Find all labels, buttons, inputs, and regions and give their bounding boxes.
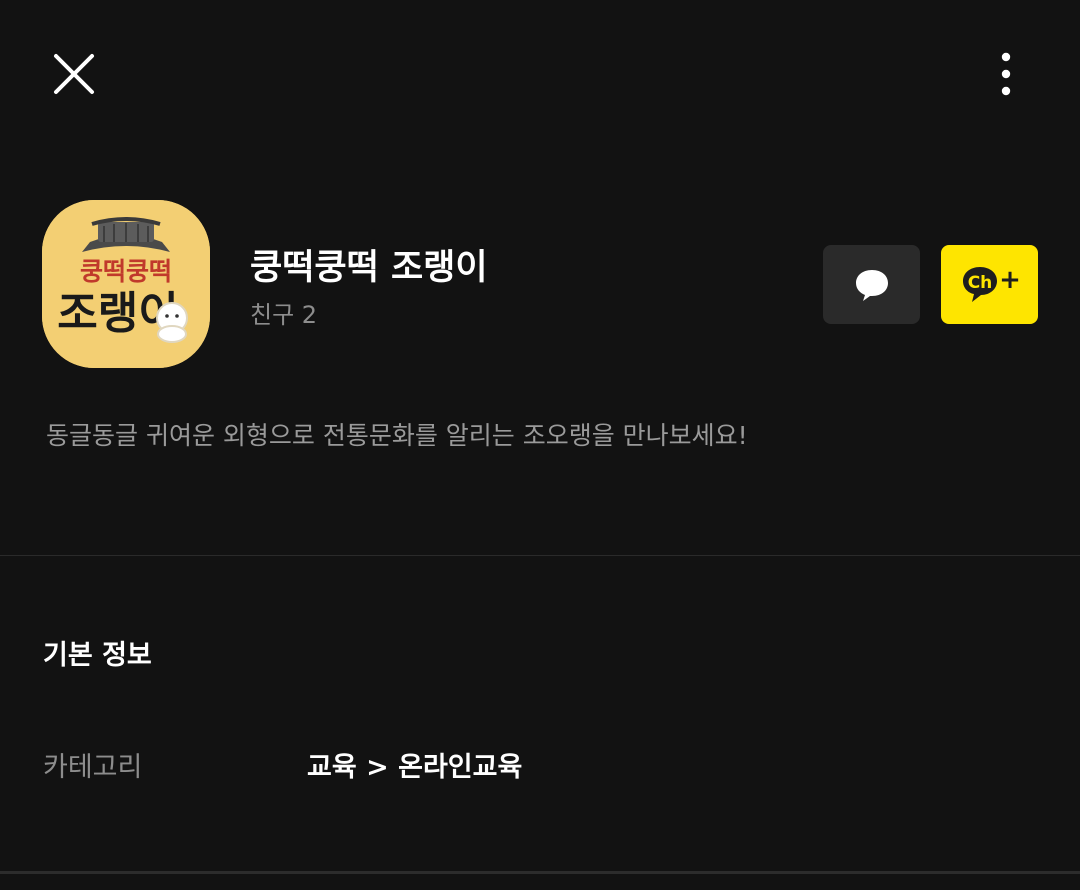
channel-description: 동글동글 귀여운 외형으로 전통문화를 알리는 조오랭을 만나보세요! — [46, 421, 748, 450]
top-bar — [0, 0, 1080, 150]
more-options-button[interactable] — [982, 48, 1030, 100]
channel-avatar[interactable]: 쿵떡쿵떡 조랭이 — [42, 200, 210, 368]
channel-name: 쿵떡쿵떡 조랭이 — [250, 248, 488, 288]
section-divider — [0, 555, 1080, 556]
friend-count[interactable]: 친구 2 — [250, 295, 317, 330]
close-button[interactable] — [48, 48, 100, 100]
channel-logo-image: 쿵떡쿵떡 조랭이 — [42, 200, 210, 368]
chat-button[interactable] — [823, 245, 920, 324]
avatar-top-text: 쿵떡쿵떡 — [80, 257, 172, 286]
close-icon — [54, 54, 94, 94]
more-vertical-icon — [1001, 52, 1011, 96]
channel-plus: + — [999, 265, 1020, 295]
basic-info-title: 기본 정보 — [43, 640, 152, 671]
add-channel-button[interactable]: Ch + — [941, 245, 1038, 324]
category-value: 교육 > 온라인교육 — [307, 752, 523, 783]
channel-profile: 쿵떡쿵떡 조랭이 쿵떡쿵떡 조랭이 친구 2 Ch + — [0, 195, 1080, 375]
category-label: 카테고리 — [43, 752, 143, 783]
channel-add-icon: Ch + — [962, 265, 1020, 302]
bottom-divider — [0, 871, 1080, 874]
channel-label: Ch — [967, 273, 992, 293]
chat-bubble-icon — [855, 269, 888, 301]
